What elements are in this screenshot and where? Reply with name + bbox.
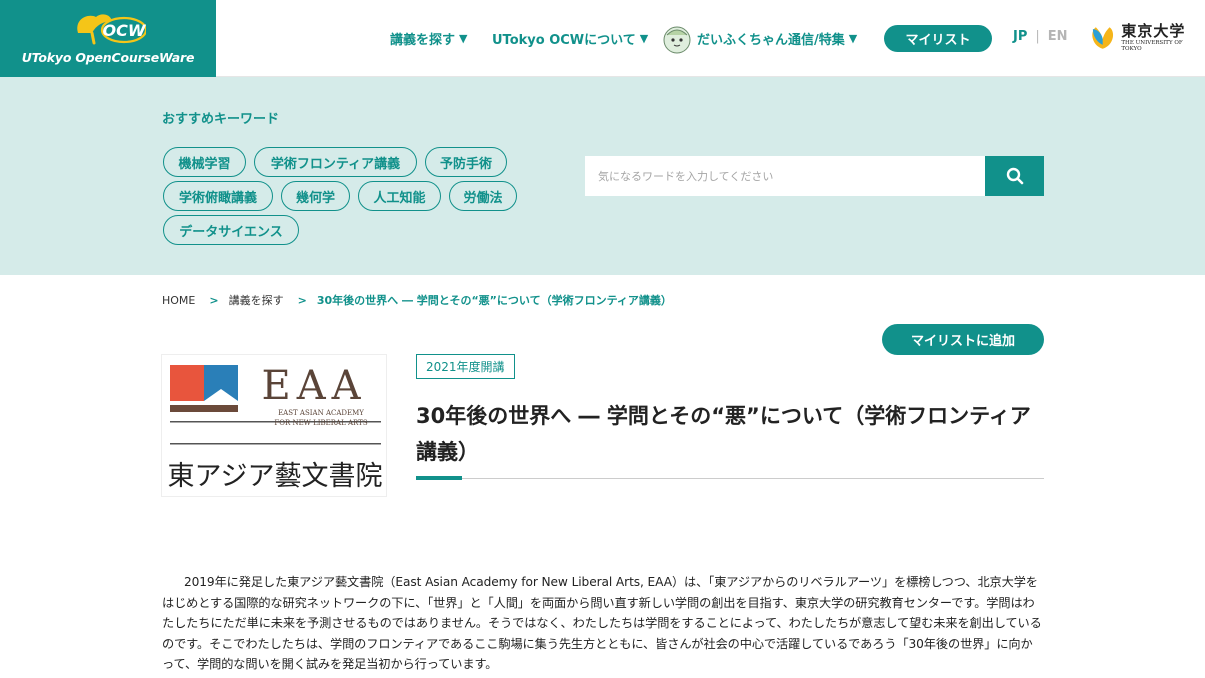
keyword-title: おすすめキーワード <box>162 112 280 127</box>
nav-label: UTokyo OCWについて <box>492 33 636 48</box>
course-description: 2019年に発足した東アジア藝文書院（East Asian Academy fo… <box>162 575 1042 671</box>
search-icon <box>1006 167 1023 185</box>
keyword-tag[interactable]: 機械学習 <box>163 147 246 177</box>
keyword-tag[interactable]: 人工知能 <box>358 181 441 211</box>
breadcrumb-separator: > <box>297 293 307 307</box>
ocw-ginkgo-logo-icon: OCW <box>77 14 147 45</box>
eaa-logo-sub1: EAST ASIAN ACADEMY <box>278 409 364 417</box>
logo-brand-text: OCW <box>103 21 147 40</box>
lang-jp-link[interactable]: JP <box>1013 29 1027 44</box>
mylist-button[interactable]: マイリスト <box>884 25 992 52</box>
eaa-logo-icon: EAA EAST ASIAN ACADEMY FOR NEW LIBERAL A… <box>168 363 383 492</box>
title-divider <box>416 478 1044 479</box>
breadcrumb-current: 30年後の世界へ ― 学問とその“悪”について（学術フロンティア講義） <box>316 294 672 307</box>
eaa-logo-letters: EAA <box>262 363 367 409</box>
breadcrumb-separator: > <box>209 293 219 307</box>
keyword-section: おすすめキーワード 機械学習 学術フロンティア講義 予防手術 学術俯瞰講義 幾何… <box>0 77 1205 275</box>
keyword-tag[interactable]: 労働法 <box>449 181 517 211</box>
breadcrumb: HOME > 講義を探す > 30年後の世界へ ― 学問とその“悪”について（学… <box>162 292 672 308</box>
lang-separator: | <box>1035 29 1040 44</box>
nav-search-courses[interactable]: 講義を探す ▼ <box>390 0 467 77</box>
logo-text: UTokyo OpenCourseWare <box>21 50 195 65</box>
nav-label: だいふくちゃん通信/特集 <box>697 33 845 48</box>
nav-label: 講義を探す <box>390 33 456 48</box>
utokyo-logo[interactable]: 東京大学 THE UNIVERSITY OF TOKYO <box>1088 22 1203 54</box>
search-input[interactable] <box>585 156 985 196</box>
breadcrumb-home[interactable]: HOME <box>162 294 195 307</box>
keyword-tag[interactable]: 幾何学 <box>281 181 350 211</box>
chevron-down-icon: ▼ <box>848 32 858 45</box>
title-accent-bar <box>416 476 462 480</box>
keyword-tag[interactable]: データサイエンス <box>163 215 299 245</box>
course-title: 30年後の世界へ ― 学問とその“悪”について（学術フロンティア講義） <box>416 404 1031 464</box>
chevron-down-icon: ▼ <box>639 32 649 45</box>
eaa-logo-image: EAA EAST ASIAN ACADEMY FOR NEW LIBERAL A… <box>161 354 387 497</box>
keyword-tag[interactable]: 予防手術 <box>425 147 507 177</box>
lang-en-link[interactable]: EN <box>1048 29 1068 44</box>
search-button[interactable] <box>985 156 1044 196</box>
utokyo-name-en: THE UNIVERSITY OF TOKYO <box>1121 40 1183 52</box>
keyword-tag[interactable]: 学術フロンティア講義 <box>254 147 417 177</box>
daifuku-mascot-icon <box>663 26 691 53</box>
site-header: OCW UTokyo OpenCourseWare 講義を探す ▼ UTokyo… <box>0 0 1205 77</box>
site-logo[interactable]: OCW UTokyo OpenCourseWare <box>0 0 216 77</box>
eaa-logo-jp: 東アジア藝文書院 <box>168 461 383 492</box>
breadcrumb-search-courses[interactable]: 講義を探す <box>229 292 284 308</box>
keyword-tag[interactable]: 学術俯瞰講義 <box>163 181 273 211</box>
language-switcher: JP | EN <box>1013 29 1068 44</box>
ginkgo-icon <box>1092 27 1114 49</box>
nav-about-ocw[interactable]: UTokyo OCWについて ▼ <box>492 0 648 77</box>
eaa-logo-sub2: FOR NEW LIBERAL ARTS <box>274 419 367 427</box>
utokyo-name-jp: 東京大学 <box>1121 22 1186 40</box>
chevron-down-icon: ▼ <box>459 32 468 45</box>
add-to-mylist-button[interactable]: マイリストに追加 <box>882 324 1044 355</box>
year-badge: 2021年度開講 <box>416 354 515 379</box>
nav-daifuku-news[interactable]: だいふくちゃん通信/特集 ▼ <box>661 0 857 77</box>
